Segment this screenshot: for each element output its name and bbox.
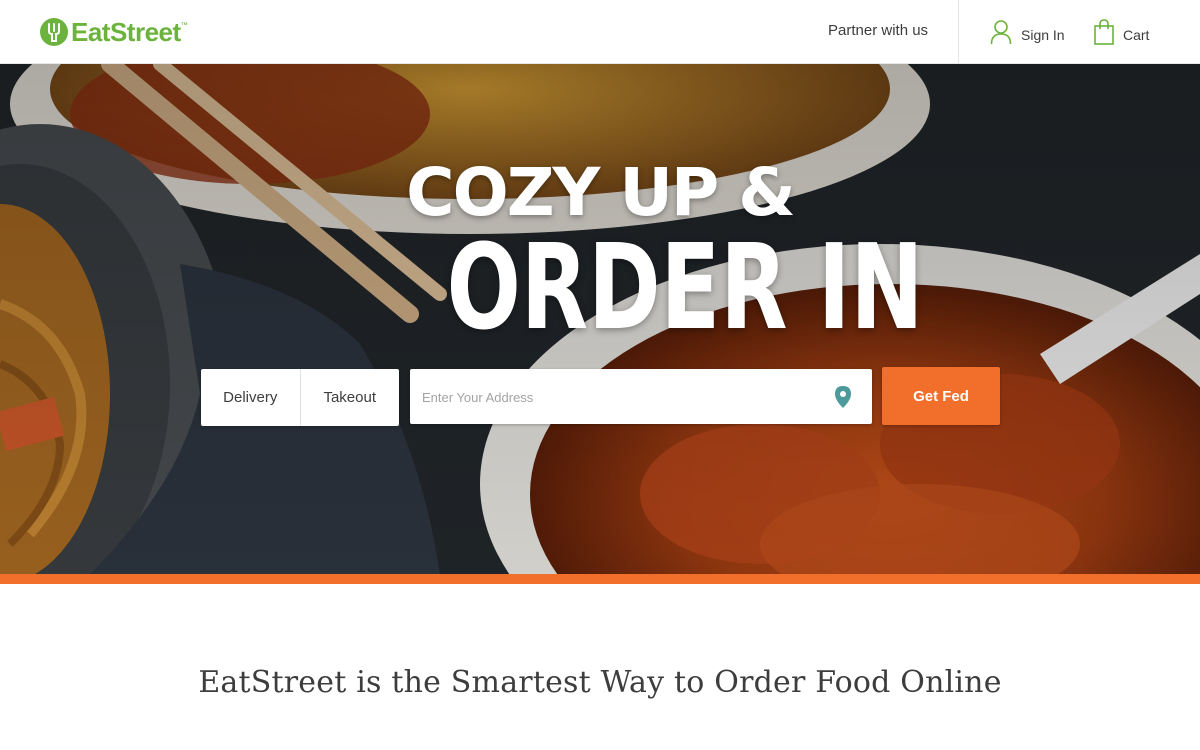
eatstreet-logo[interactable]: EatStreet ™ (40, 16, 188, 48)
cart-label: Cart (1123, 26, 1150, 43)
header-divider (958, 0, 959, 63)
sign-in-link[interactable]: Sign In (990, 19, 1065, 50)
headline-line-1: COZY UP & (406, 154, 796, 231)
map-pin-icon[interactable] (834, 385, 852, 414)
page-tagline: EatStreet is the Smartest Way to Order F… (198, 665, 1002, 700)
headline-line-2: ORDER IN (446, 218, 924, 356)
get-fed-button[interactable]: Get Fed (882, 367, 1000, 425)
order-mode-toggle: Delivery Takeout (201, 369, 399, 426)
hero-banner: COZY UP & ORDER IN Delivery Takeout Get … (0, 64, 1200, 574)
shopping-bag-icon (1094, 19, 1114, 50)
address-input[interactable] (420, 369, 824, 426)
takeout-option[interactable]: Takeout (299, 369, 400, 426)
hero-accent-bar (0, 574, 1200, 584)
sign-in-label: Sign In (1021, 26, 1065, 43)
site-header: EatStreet ™ Partner with us Sign In Cart (0, 0, 1200, 64)
cart-link[interactable]: Cart (1094, 19, 1149, 50)
user-icon (990, 19, 1012, 50)
partner-link[interactable]: Partner with us (828, 22, 928, 39)
logo-trademark: ™ (180, 22, 188, 29)
fork-leaf-icon (40, 18, 68, 46)
logo-wordmark: EatStreet (71, 16, 181, 47)
delivery-option[interactable]: Delivery (201, 369, 300, 426)
address-field (410, 369, 872, 426)
